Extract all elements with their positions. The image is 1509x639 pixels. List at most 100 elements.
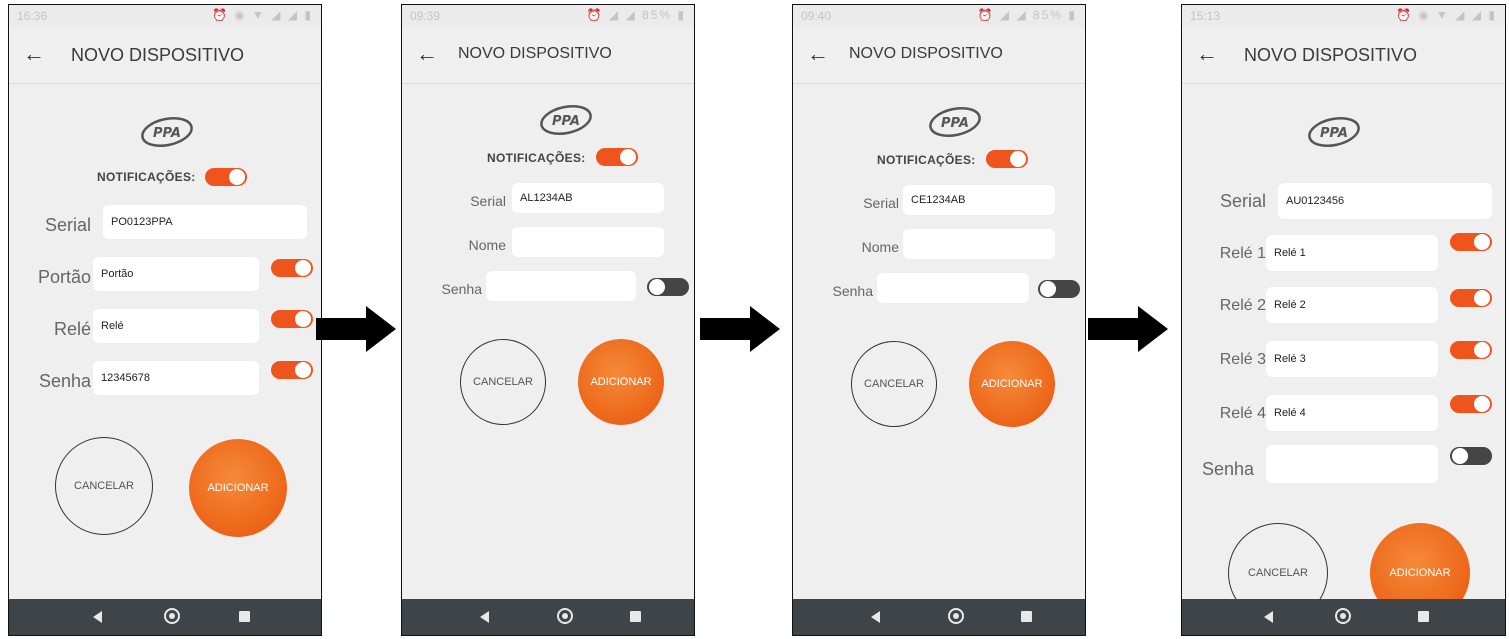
app-bar: ← NOVO DISPOSITIVO	[1182, 27, 1505, 84]
android-nav-bar	[793, 599, 1085, 635]
nav-home-icon[interactable]	[948, 608, 964, 624]
ppa-logo: PPA	[927, 105, 983, 139]
nav-recent-icon[interactable]	[1021, 611, 1032, 622]
nav-home-icon[interactable]	[557, 608, 573, 624]
notifications-label: NOTIFICAÇÕES:	[97, 170, 196, 184]
cancel-button[interactable]: CANCELAR	[55, 437, 153, 535]
android-nav-bar	[9, 599, 321, 635]
page-title: NOVO DISPOSITIVO	[71, 45, 245, 65]
rele-4-input[interactable]: Relé 4	[1266, 395, 1438, 431]
portao-toggle[interactable]	[271, 259, 313, 277]
status-bar: 09:40 ⏰ ◢ ◢ 85% ▮	[793, 5, 1085, 27]
notifications-toggle[interactable]	[596, 148, 638, 166]
status-icons: ⏰ ◢ ◢ 85% ▮	[977, 8, 1077, 22]
nav-recent-icon[interactable]	[630, 611, 641, 622]
phone-screen-1: 16:36 ⏰ ◉ ▼ ◢ ◢ ▮ ← NOVO DISPOSITIVO PPA…	[8, 4, 322, 636]
nav-recent-icon[interactable]	[1418, 611, 1429, 622]
status-time: 15:13	[1190, 9, 1221, 23]
field-label-rele-1: Relé 1	[1219, 245, 1266, 262]
senha-input[interactable]	[486, 271, 636, 301]
toggle-knob	[229, 169, 245, 185]
notifications-toggle[interactable]	[986, 150, 1028, 168]
senha-toggle[interactable]	[647, 278, 689, 296]
rele-2-toggle[interactable]	[1450, 289, 1492, 307]
rele-toggle[interactable]	[271, 310, 313, 328]
rele-3-toggle[interactable]	[1450, 341, 1492, 359]
field-label-rele-3: Relé 3	[1219, 351, 1266, 368]
status-bar: 15:13 ⏰ ◉ ▼ ◢ ◢ ▮	[1182, 5, 1505, 27]
flow-arrow-icon	[316, 306, 396, 352]
toggle-knob	[1452, 448, 1468, 464]
back-arrow-icon[interactable]: ←	[416, 41, 438, 67]
toggle-knob	[1474, 342, 1490, 358]
field-label-nome: Nome	[468, 237, 506, 253]
rele-3-input[interactable]: Relé 3	[1266, 341, 1438, 377]
toggle-knob	[295, 362, 311, 378]
nav-back-icon[interactable]	[93, 611, 102, 623]
serial-input[interactable]: AL1234AB	[512, 183, 664, 213]
senha-input[interactable]	[877, 273, 1029, 303]
toggle-knob	[1474, 396, 1490, 412]
rele-1-toggle[interactable]	[1450, 233, 1492, 251]
rele-2-input[interactable]: Relé 2	[1266, 287, 1438, 323]
field-label-senha: Senha	[832, 283, 873, 299]
back-arrow-icon[interactable]: ←	[1196, 41, 1218, 67]
serial-input[interactable]: PO0123PPA	[103, 205, 307, 239]
status-icons: ⏰ ◉ ▼ ◢ ◢ ▮	[1395, 8, 1497, 22]
nome-input[interactable]	[903, 229, 1055, 259]
field-label-serial: Serial	[44, 215, 91, 235]
field-label-rele-4: Relé 4	[1219, 405, 1266, 422]
cancel-button[interactable]: CANCELAR	[851, 341, 937, 427]
toggle-knob	[1040, 281, 1056, 297]
back-arrow-icon[interactable]: ←	[23, 41, 45, 67]
rele-1-input[interactable]: Relé 1	[1266, 235, 1438, 271]
svg-text:PPA: PPA	[1320, 126, 1348, 141]
add-button[interactable]: ADICIONAR	[578, 339, 664, 425]
field-label-nome: Nome	[861, 239, 899, 255]
toggle-knob	[1010, 151, 1026, 167]
app-bar: ← NOVO DISPOSITIVO	[793, 27, 1085, 84]
senha-toggle[interactable]	[1450, 447, 1492, 465]
android-nav-bar	[1182, 599, 1505, 635]
field-label-senha: Senha	[1202, 459, 1255, 479]
app-bar: ← NOVO DISPOSITIVO	[9, 27, 321, 84]
page-title: NOVO DISPOSITIVO	[849, 45, 1003, 62]
cancel-button[interactable]: CANCELAR	[460, 339, 546, 425]
nav-home-icon[interactable]	[1335, 608, 1351, 624]
nav-home-icon[interactable]	[164, 608, 180, 624]
nav-back-icon[interactable]	[480, 611, 489, 623]
status-bar: 16:36 ⏰ ◉ ▼ ◢ ◢ ▮	[9, 5, 321, 27]
flow-arrow-icon	[700, 306, 780, 352]
status-time: 09:40	[801, 9, 832, 23]
app-bar: ← NOVO DISPOSITIVO	[402, 27, 694, 84]
toggle-knob	[649, 279, 665, 295]
serial-input[interactable]: CE1234AB	[903, 185, 1055, 215]
notifications-toggle[interactable]	[205, 168, 247, 186]
field-label-senha: Senha	[38, 371, 91, 391]
senha-input[interactable]	[1266, 445, 1438, 483]
nav-recent-icon[interactable]	[239, 611, 250, 622]
add-button[interactable]: ADICIONAR	[189, 439, 287, 537]
phone-screen-4: 15:13 ⏰ ◉ ▼ ◢ ◢ ▮ ← NOVO DISPOSITIVO PPA…	[1181, 4, 1506, 636]
field-label-serial: Serial	[470, 193, 506, 209]
status-bar: 09:39 ⏰ ◢ ◢ 85% ▮	[402, 5, 694, 27]
back-arrow-icon[interactable]: ←	[807, 41, 829, 67]
nome-input[interactable]	[512, 227, 664, 257]
nav-back-icon[interactable]	[871, 611, 880, 623]
senha-toggle[interactable]	[271, 361, 313, 379]
rele-input[interactable]: Relé	[93, 309, 259, 343]
field-label-serial: Serial	[863, 195, 899, 211]
android-nav-bar	[402, 599, 694, 635]
nav-back-icon[interactable]	[1264, 611, 1273, 623]
ppa-logo: PPA	[139, 115, 195, 149]
rele-4-toggle[interactable]	[1450, 395, 1492, 413]
senha-toggle[interactable]	[1038, 280, 1080, 298]
status-icons: ⏰ ◉ ▼ ◢ ◢ ▮	[211, 8, 313, 22]
serial-input[interactable]: AU0123456	[1278, 183, 1492, 219]
toggle-knob	[295, 311, 311, 327]
portao-input[interactable]: Portão	[93, 257, 259, 291]
phone-screen-2: 09:39 ⏰ ◢ ◢ 85% ▮ ← NOVO DISPOSITIVO PPA…	[401, 4, 695, 636]
flow-arrow-icon	[1088, 306, 1168, 352]
senha-input[interactable]: 12345678	[93, 361, 259, 395]
add-button[interactable]: ADICIONAR	[969, 341, 1055, 427]
